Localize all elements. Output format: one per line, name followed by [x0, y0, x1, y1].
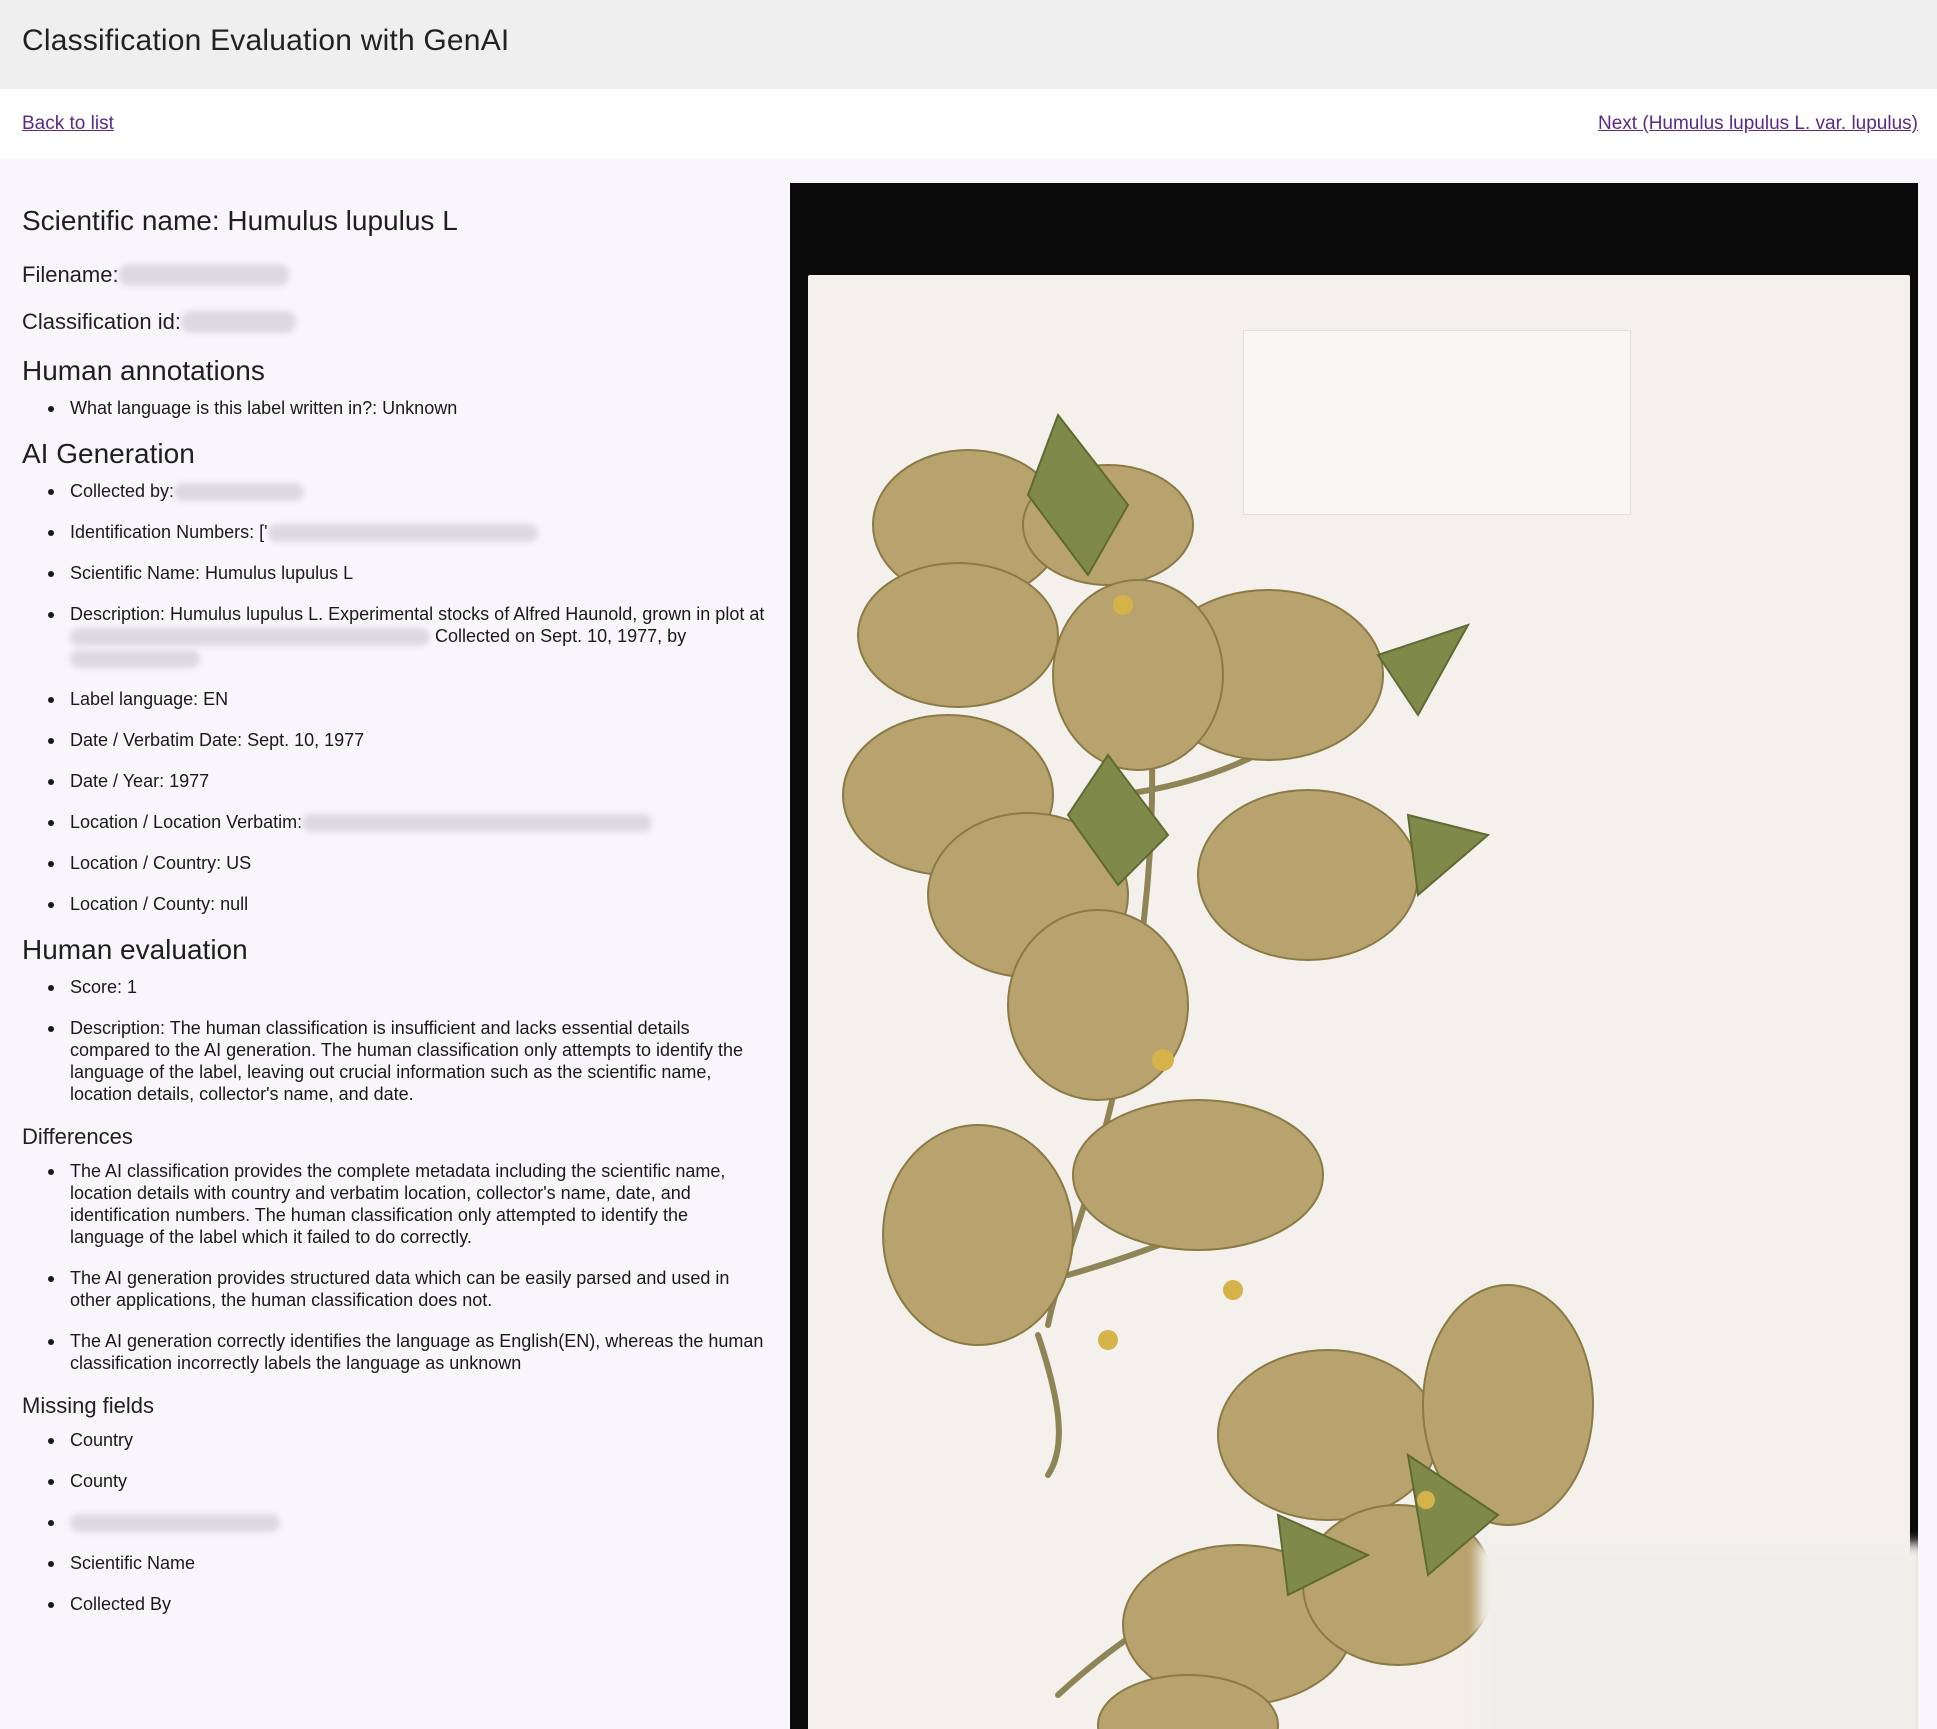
human-evaluation-heading: Human evaluation — [22, 934, 248, 965]
list-item: The AI classification provides the compl… — [48, 1160, 767, 1248]
scientific-name-heading: Scientific name: Humulus lupulus L — [22, 205, 458, 236]
description-text-start: Description: Humulus lupulus L. Experime… — [70, 604, 765, 624]
list-item: The AI generation provides structured da… — [48, 1267, 767, 1311]
herbarium-sheet — [808, 275, 1918, 1729]
next-record-link[interactable]: Next (Humulus lupulus L. var. lupulus) — [1598, 113, 1918, 135]
differences-heading: Differences — [22, 1124, 133, 1149]
list-item: The AI generation correctly identifies t… — [48, 1330, 767, 1374]
list-item: Score: 1 — [48, 976, 767, 998]
missing-field-redacted — [70, 1514, 280, 1533]
ai-generation-heading: AI Generation — [22, 438, 195, 469]
list-item: Date / Verbatim Date: Sept. 10, 1977 — [48, 729, 767, 751]
description-collector-redacted — [70, 650, 200, 669]
human-annotations-heading: Human annotations — [22, 355, 265, 386]
back-to-list-link[interactable]: Back to list — [22, 113, 114, 135]
list-item: What language is this label written in?:… — [48, 397, 767, 419]
location-verbatim-redacted — [302, 814, 653, 833]
list-item: Location / Location Verbatim: — [48, 811, 767, 833]
classification-details: Scientific name: Humulus lupulus L Filen… — [22, 205, 767, 1634]
filename-redacted — [118, 263, 289, 286]
list-item — [48, 1511, 767, 1533]
classification-id-row: Classification id: — [22, 298, 767, 345]
collected-by-label: Collected by: — [70, 481, 175, 501]
list-item: County — [48, 1470, 767, 1492]
list-item: Date / Year: 1977 — [48, 770, 767, 792]
list-item: Location / Country: US — [48, 852, 767, 874]
app-title: Classification Evaluation with GenAI — [22, 24, 510, 57]
list-item: Label language: EN — [48, 688, 767, 710]
classification-id-label: Classification id: — [22, 308, 181, 334]
description-text-end: Collected on Sept. 10, 1977, by — [435, 626, 687, 646]
list-item: Country — [48, 1429, 767, 1451]
filename-label: Filename: — [22, 261, 119, 287]
identification-numbers-label: Identification Numbers: [' — [70, 522, 268, 542]
list-item: Location / County: null — [48, 893, 767, 915]
specimen-label-redacted — [1478, 1543, 1918, 1729]
specimen-image — [790, 183, 1918, 1729]
list-item: Scientific Name — [48, 1552, 767, 1574]
ai-generation-list: Collected by: Identification Numbers: ['… — [48, 480, 767, 915]
differences-list: The AI classification provides the compl… — [48, 1160, 767, 1374]
filename-row: Filename: — [22, 251, 767, 298]
human-annotations-list: What language is this label written in?:… — [48, 397, 767, 419]
missing-fields-heading: Missing fields — [22, 1393, 155, 1418]
list-item: Collected By — [48, 1593, 767, 1615]
app-header: Classification Evaluation with GenAI — [0, 0, 1937, 89]
list-item: Description: Humulus lupulus L. Experime… — [48, 603, 767, 669]
collector-redacted — [174, 483, 305, 502]
human-evaluation-list: Score: 1 Description: The human classifi… — [48, 976, 767, 1105]
identification-numbers-redacted — [267, 524, 538, 543]
classification-id-redacted — [180, 310, 296, 333]
list-item: Description: The human classification is… — [48, 1017, 767, 1105]
location-verbatim-label: Location / Location Verbatim: — [70, 812, 303, 832]
description-location-redacted — [70, 628, 430, 647]
hop-plant-illustration — [842, 412, 1594, 1729]
missing-fields-list: Country County Scientific Name Collected… — [48, 1429, 767, 1615]
list-item: Collected by: — [48, 480, 767, 502]
list-item: Identification Numbers: [' — [48, 521, 767, 543]
nav-bar: Back to list Next (Humulus lupulus L. va… — [0, 89, 1937, 159]
list-item: Scientific Name: Humulus lupulus L — [48, 562, 767, 584]
